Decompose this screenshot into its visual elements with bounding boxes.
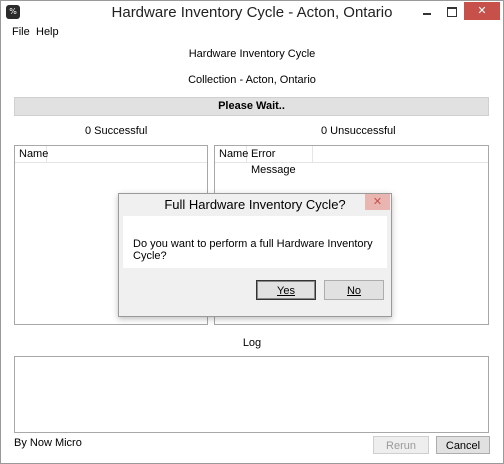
column-header-name[interactable]: Name	[15, 146, 48, 162]
menu-help[interactable]: Help	[36, 26, 59, 38]
confirm-dialog: Full Hardware Inventory Cycle? ✕ Do you …	[118, 193, 392, 317]
successful-count: 0 Successful	[85, 125, 148, 137]
maximize-icon	[447, 7, 457, 17]
collection-label: Collection - Acton, Ontario	[188, 74, 316, 86]
menu-bar: File Help	[1, 25, 503, 41]
status-text: Please Wait..	[218, 100, 285, 112]
list-header: Name Error Message	[215, 146, 488, 176]
dialog-message: Do you want to perform a full Hardware I…	[133, 238, 373, 262]
main-window: % Hardware Inventory Cycle - Acton, Onta…	[0, 0, 504, 464]
dialog-body: Do you want to perform a full Hardware I…	[123, 216, 387, 268]
status-bar: Please Wait..	[14, 97, 489, 116]
dialog-close-button[interactable]: ✕	[365, 194, 390, 210]
list-header: Name	[15, 146, 207, 163]
column-header-error-message[interactable]: Error Message	[247, 146, 313, 176]
menu-file[interactable]: File	[12, 26, 30, 38]
yes-label: Yes	[277, 285, 295, 297]
close-icon: ✕	[372, 195, 383, 208]
log-label: Log	[242, 337, 262, 349]
title-bar[interactable]: % Hardware Inventory Cycle - Acton, Onta…	[1, 1, 503, 25]
rerun-button[interactable]: Rerun	[373, 436, 429, 454]
dialog-title: Full Hardware Inventory Cycle?	[164, 197, 346, 212]
close-icon: ✕	[477, 4, 487, 17]
minimize-button[interactable]	[414, 2, 440, 20]
no-label: No	[346, 285, 362, 297]
page-heading: Hardware Inventory Cycle	[188, 48, 316, 60]
minimize-icon	[423, 13, 431, 15]
no-button[interactable]: No	[324, 280, 384, 300]
unsuccessful-count: 0 Unsuccessful	[321, 125, 396, 137]
close-button[interactable]: ✕	[464, 2, 500, 20]
column-header-name[interactable]: Name	[215, 146, 248, 162]
credit-label: By Now Micro	[14, 437, 82, 449]
cancel-button[interactable]: Cancel	[436, 436, 490, 454]
maximize-button[interactable]	[440, 2, 464, 20]
yes-button[interactable]: Yes	[256, 280, 316, 300]
log-textbox[interactable]	[14, 356, 489, 433]
